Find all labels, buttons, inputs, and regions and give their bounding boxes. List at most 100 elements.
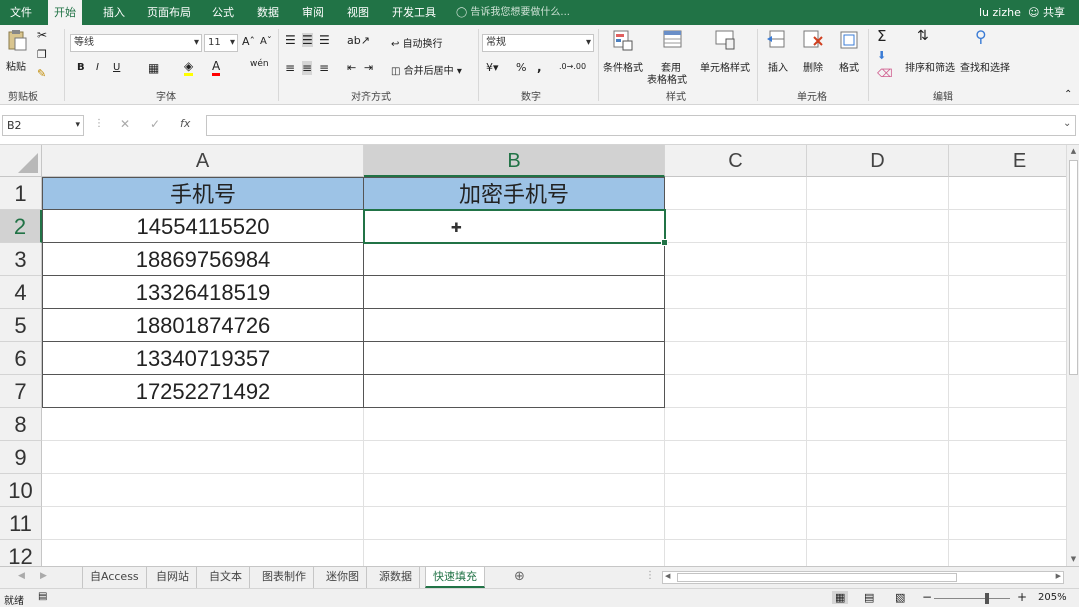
empty-cell[interactable] bbox=[949, 474, 1066, 507]
column-header-d[interactable]: D bbox=[807, 145, 949, 177]
merge-center-button[interactable]: ◫ 合并后居中 ▾ bbox=[391, 62, 462, 77]
empty-cell[interactable] bbox=[807, 408, 949, 441]
delete-cells-icon[interactable] bbox=[802, 29, 824, 51]
empty-cell[interactable] bbox=[665, 276, 807, 309]
format-as-table-icon[interactable] bbox=[662, 29, 684, 51]
empty-cell[interactable] bbox=[665, 342, 807, 375]
cell-a5[interactable]: 18801874726 bbox=[42, 309, 364, 342]
cell-styles-label[interactable]: 单元格样式 bbox=[700, 59, 750, 74]
sort-filter-icon[interactable]: ⇅ bbox=[917, 28, 929, 44]
empty-cell[interactable] bbox=[807, 276, 949, 309]
font-name-box[interactable]: 等线 ▾ bbox=[70, 34, 202, 52]
row-header-4[interactable]: 4 bbox=[0, 276, 42, 309]
sheet-tab-sparkline[interactable]: 迷你图 bbox=[319, 567, 367, 588]
tab-formulas[interactable]: 公式 bbox=[206, 0, 240, 25]
empty-cell[interactable] bbox=[665, 243, 807, 276]
row-header-2[interactable]: 2 bbox=[0, 210, 42, 243]
drag-handle-icon[interactable]: ⋮ bbox=[94, 118, 104, 129]
cut-icon[interactable]: ✂ bbox=[37, 28, 47, 42]
empty-cell[interactable] bbox=[949, 342, 1066, 375]
empty-cell[interactable] bbox=[807, 243, 949, 276]
align-top-icon[interactable]: ☰ bbox=[285, 33, 296, 47]
tab-view[interactable]: 视图 bbox=[341, 0, 375, 25]
insert-cells-label[interactable]: 插入 bbox=[768, 59, 788, 74]
page-layout-view-icon[interactable]: ▤ bbox=[864, 591, 874, 604]
scroll-left-icon[interactable]: ◀ bbox=[665, 572, 670, 580]
sheet-tab-text[interactable]: 自文本 bbox=[202, 567, 250, 588]
column-header-e[interactable]: E bbox=[949, 145, 1066, 177]
orientation-icon[interactable]: ab↗ bbox=[347, 34, 370, 47]
cell-b4[interactable] bbox=[364, 276, 665, 309]
empty-cell[interactable] bbox=[949, 540, 1066, 566]
number-format-box[interactable]: 常规 ▾ bbox=[482, 34, 594, 52]
row-header-12[interactable]: 12 bbox=[0, 540, 42, 566]
conditional-format-icon[interactable] bbox=[612, 29, 634, 51]
scroll-up-icon[interactable]: ▲ bbox=[1068, 146, 1079, 157]
vertical-scrollbar[interactable]: ▲ ▼ bbox=[1066, 145, 1079, 566]
zoom-level[interactable]: 205% bbox=[1038, 592, 1067, 603]
find-select-label[interactable]: 查找和选择 bbox=[960, 59, 1010, 74]
borders-icon[interactable]: ▦ bbox=[148, 61, 159, 75]
row-header-10[interactable]: 10 bbox=[0, 474, 42, 507]
font-size-box[interactable]: 11 ▾ bbox=[204, 34, 238, 52]
row-header-5[interactable]: 5 bbox=[0, 309, 42, 342]
empty-cell[interactable] bbox=[807, 309, 949, 342]
fill-down-icon[interactable]: ⬇ bbox=[877, 49, 886, 62]
empty-cell[interactable] bbox=[949, 276, 1066, 309]
fill-color-icon[interactable]: ◈ bbox=[184, 59, 194, 76]
splitter-icon[interactable]: ⋮ bbox=[645, 570, 655, 581]
sheet-tab-source[interactable]: 源数据 bbox=[372, 567, 420, 588]
empty-cell[interactable] bbox=[807, 441, 949, 474]
empty-cell[interactable] bbox=[665, 408, 807, 441]
row-header-1[interactable]: 1 bbox=[0, 177, 42, 210]
phonetic-icon[interactable]: wén bbox=[250, 59, 269, 69]
formula-input[interactable] bbox=[206, 115, 1076, 136]
empty-cell[interactable] bbox=[665, 375, 807, 408]
tab-review[interactable]: 审阅 bbox=[296, 0, 330, 25]
align-right-icon[interactable]: ≡ bbox=[319, 61, 329, 75]
cell-a3[interactable]: 18869756984 bbox=[42, 243, 364, 276]
cancel-icon[interactable]: ✕ bbox=[120, 117, 130, 131]
empty-cell[interactable] bbox=[949, 210, 1066, 243]
column-header-c[interactable]: C bbox=[665, 145, 807, 177]
tab-file[interactable]: 文件 bbox=[4, 0, 38, 25]
italic-button[interactable]: I bbox=[96, 62, 99, 73]
cell-b5[interactable] bbox=[364, 309, 665, 342]
zoom-slider-thumb[interactable] bbox=[985, 593, 989, 604]
zoom-out-icon[interactable]: − bbox=[922, 590, 932, 604]
bold-button[interactable]: B bbox=[77, 62, 85, 73]
grow-font-icon[interactable]: Aˆ bbox=[242, 35, 255, 48]
empty-cell[interactable] bbox=[364, 507, 665, 540]
zoom-in-icon[interactable]: + bbox=[1017, 590, 1027, 604]
sort-filter-label[interactable]: 排序和筛选 bbox=[905, 59, 955, 74]
empty-cell[interactable] bbox=[42, 474, 364, 507]
row-header-6[interactable]: 6 bbox=[0, 342, 42, 375]
decrease-indent-icon[interactable]: ⇤ bbox=[347, 61, 356, 74]
macro-record-icon[interactable]: ▤ bbox=[38, 591, 47, 602]
prev-sheet-icon[interactable]: ◀ bbox=[18, 571, 25, 581]
sheet-tab-chart[interactable]: 图表制作 bbox=[255, 567, 314, 588]
tab-insert[interactable]: 插入 bbox=[97, 0, 131, 25]
scroll-right-icon[interactable]: ▶ bbox=[1056, 572, 1061, 580]
active-cell-selection[interactable] bbox=[363, 209, 668, 246]
cell-a1-header[interactable]: 手机号 bbox=[42, 177, 364, 210]
insert-function-icon[interactable]: fx bbox=[180, 117, 190, 130]
cell-a2[interactable]: 14554115520 bbox=[42, 210, 364, 243]
empty-cell[interactable] bbox=[364, 408, 665, 441]
share-button[interactable]: ☺ 共享 bbox=[1028, 0, 1065, 25]
empty-cell[interactable] bbox=[665, 210, 807, 243]
empty-cell[interactable] bbox=[807, 210, 949, 243]
user-name[interactable]: lu zizhe bbox=[979, 0, 1021, 25]
empty-cell[interactable] bbox=[949, 309, 1066, 342]
column-header-a[interactable]: A bbox=[42, 145, 364, 177]
scroll-down-icon[interactable]: ▼ bbox=[1068, 554, 1079, 565]
increase-decimal-icon[interactable]: .0→.00 bbox=[559, 62, 586, 71]
empty-cell[interactable] bbox=[949, 243, 1066, 276]
empty-cell[interactable] bbox=[42, 507, 364, 540]
cell-a6[interactable]: 13340719357 bbox=[42, 342, 364, 375]
cell-a7[interactable]: 17252271492 bbox=[42, 375, 364, 408]
empty-cell[interactable] bbox=[949, 507, 1066, 540]
enter-icon[interactable]: ✓ bbox=[150, 117, 160, 131]
column-header-b[interactable]: B bbox=[364, 145, 665, 177]
empty-cell[interactable] bbox=[364, 441, 665, 474]
